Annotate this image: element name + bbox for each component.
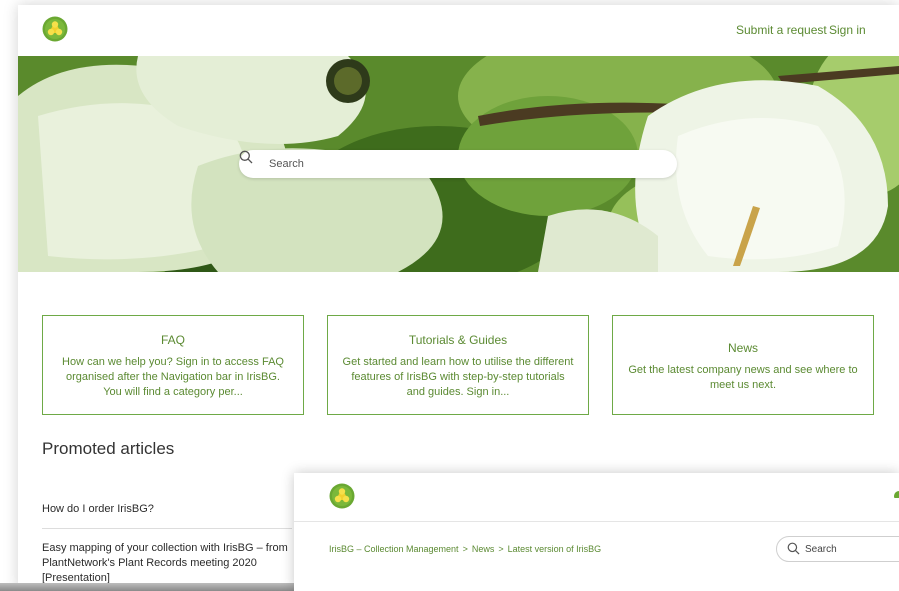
breadcrumb-item-news[interactable]: News: [472, 544, 495, 554]
card-faq[interactable]: FAQ How can we help you? Sign in to acce…: [42, 315, 304, 415]
bottom-edge-shadow: [0, 583, 294, 591]
article-search-box[interactable]: [776, 536, 899, 562]
card-title: News: [727, 341, 758, 355]
irisbg-logo-icon[interactable]: [329, 483, 355, 509]
sign-in-link[interactable]: Sign in: [829, 23, 866, 37]
submit-request-link[interactable]: Submit a request: [736, 23, 827, 37]
breadcrumb-item-home[interactable]: IrisBG – Collection Management: [329, 544, 459, 554]
article-link-mapping[interactable]: Easy mapping of your collection with Iri…: [42, 541, 292, 586]
breadcrumb-separator: >: [462, 544, 468, 554]
card-news[interactable]: News Get the latest company news and see…: [612, 315, 874, 415]
article-link-order[interactable]: How do I order IrisBG?: [42, 502, 292, 517]
hero-search-box[interactable]: [239, 150, 677, 178]
card-description: Get started and learn how to utilise the…: [342, 356, 574, 398]
promoted-articles-heading: Promoted articles: [42, 439, 175, 458]
site-header: Submit a request Sign in: [18, 5, 899, 56]
breadcrumb-item-current[interactable]: Latest version of IrisBG: [508, 544, 602, 554]
search-icon: [239, 150, 253, 164]
hero-banner: [18, 56, 899, 272]
news-article-window: IrisBG – Collection Management > News > Late…: [294, 473, 899, 591]
breadcrumb-separator: >: [498, 544, 504, 554]
hero-search-input[interactable]: [269, 155, 659, 173]
card-tutorials-guides[interactable]: Tutorials & Guides Get started and learn…: [327, 315, 589, 415]
partial-logo-icon: [892, 488, 899, 498]
card-title: FAQ: [160, 333, 185, 347]
breadcrumb: IrisBG – Collection Management > News > Late…: [329, 544, 601, 554]
search-icon: [787, 542, 800, 555]
article-search-input[interactable]: [805, 541, 899, 557]
article-divider: [42, 528, 292, 529]
card-title: Tutorials & Guides: [408, 333, 508, 347]
irisbg-logo-icon[interactable]: [42, 16, 68, 42]
card-description: Get the latest company news and see wher…: [628, 364, 858, 391]
card-description: How can we help you? Sign in to access F…: [62, 356, 284, 398]
header-divider: [294, 521, 899, 522]
